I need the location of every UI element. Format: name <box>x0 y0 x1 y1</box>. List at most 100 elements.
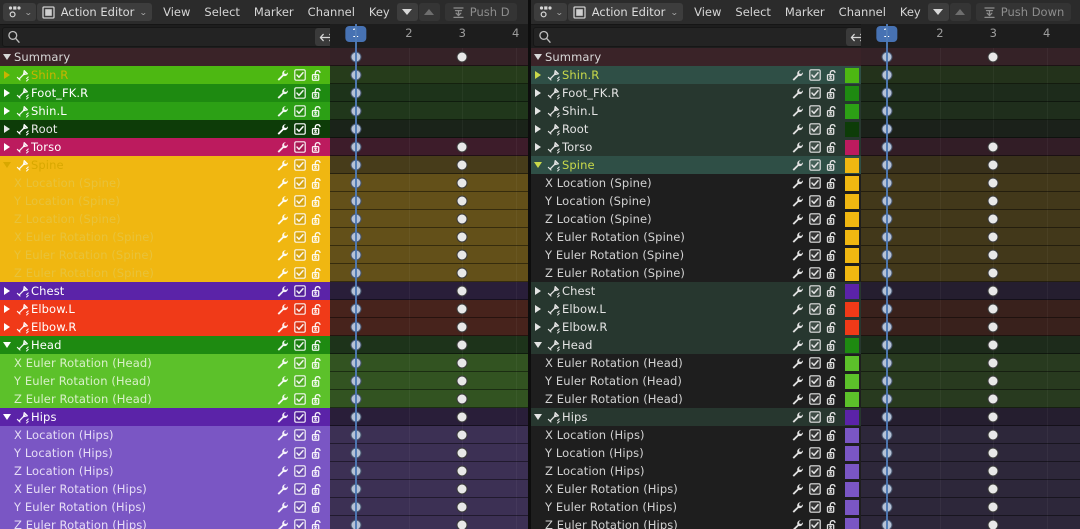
keyframe-track[interactable] <box>330 264 528 282</box>
unlocked-padlock-icon[interactable] <box>826 69 839 82</box>
checkbox-icon[interactable] <box>809 141 821 153</box>
disclosure-triangle-icon[interactable] <box>531 107 545 115</box>
unlocked-padlock-icon[interactable] <box>826 303 839 316</box>
keyframe-dot[interactable] <box>456 429 468 441</box>
channel-name-cell[interactable]: Root <box>531 120 861 138</box>
disclosure-triangle-icon[interactable] <box>531 89 545 97</box>
keyframe-dot[interactable] <box>456 375 468 387</box>
wrench-icon[interactable] <box>791 267 804 280</box>
keyframe-track[interactable] <box>861 210 1080 228</box>
keyframe-track[interactable] <box>861 48 1080 66</box>
keyframe-dot[interactable] <box>456 195 468 207</box>
disclosure-triangle-icon[interactable] <box>0 342 14 348</box>
keyframe-track[interactable] <box>330 120 528 138</box>
keyframe-dot[interactable] <box>456 465 468 477</box>
keyframe-track[interactable] <box>330 174 528 192</box>
disclosure-triangle-icon[interactable] <box>0 89 14 97</box>
channel-name-cell[interactable]: Torso <box>0 138 330 156</box>
keyframe-dot[interactable] <box>456 393 468 405</box>
wrench-icon[interactable] <box>276 69 289 82</box>
channel-name-cell[interactable]: Foot_FK.R <box>531 84 861 102</box>
channel-name-cell[interactable]: Z Euler Rotation (Spine) <box>531 264 861 282</box>
channel-row[interactable]: Z Euler Rotation (Hips) <box>531 516 1080 529</box>
keyframe-dot[interactable] <box>456 231 468 243</box>
keyframe-dot[interactable] <box>987 141 999 153</box>
left-playhead[interactable] <box>354 24 357 529</box>
checkbox-icon[interactable] <box>809 123 821 135</box>
checkbox-icon[interactable] <box>809 285 821 297</box>
channel-name-cell[interactable]: Hips <box>531 408 861 426</box>
keyframe-track[interactable] <box>330 354 528 372</box>
keyframe-track[interactable] <box>330 84 528 102</box>
unlocked-padlock-icon[interactable] <box>311 177 324 190</box>
keyframe-track[interactable] <box>861 192 1080 210</box>
checkbox-icon[interactable] <box>294 123 306 135</box>
keyframe-track[interactable] <box>861 480 1080 498</box>
disclosure-triangle-icon[interactable] <box>531 414 545 420</box>
unlocked-padlock-icon[interactable] <box>826 393 839 406</box>
channel-row[interactable]: Shin.R <box>531 66 1080 84</box>
keyframe-dot[interactable] <box>987 501 999 513</box>
keyframe-track[interactable] <box>861 282 1080 300</box>
keyframe-track[interactable] <box>330 516 528 529</box>
wrench-icon[interactable] <box>791 195 804 208</box>
keyframe-dot[interactable] <box>987 321 999 333</box>
unlocked-padlock-icon[interactable] <box>311 393 324 406</box>
checkbox-icon[interactable] <box>294 213 306 225</box>
channel-row[interactable]: Y Location (Hips) <box>531 444 1080 462</box>
wrench-icon[interactable] <box>276 231 289 244</box>
disclosure-triangle-icon[interactable] <box>531 143 545 151</box>
channel-row[interactable]: Head <box>531 336 1080 354</box>
keyframe-dot[interactable] <box>987 375 999 387</box>
keyframe-dot[interactable] <box>456 483 468 495</box>
disclosure-triangle-icon[interactable] <box>0 54 14 60</box>
keyframe-track[interactable] <box>330 408 528 426</box>
keyframe-track[interactable] <box>330 480 528 498</box>
wrench-icon[interactable] <box>791 321 804 334</box>
checkbox-icon[interactable] <box>809 69 821 81</box>
browse-action-down-button[interactable] <box>396 3 418 21</box>
channel-name-cell[interactable]: Y Euler Rotation (Spine) <box>0 246 330 264</box>
keyframe-track[interactable] <box>861 462 1080 480</box>
disclosure-triangle-icon[interactable] <box>0 162 14 168</box>
unlocked-padlock-icon[interactable] <box>311 339 324 352</box>
wrench-icon[interactable] <box>791 123 804 136</box>
disclosure-triangle-icon[interactable] <box>531 162 545 168</box>
menu-channel[interactable]: Channel <box>832 3 893 21</box>
checkbox-icon[interactable] <box>294 177 306 189</box>
checkbox-icon[interactable] <box>809 411 821 423</box>
wrench-icon[interactable] <box>791 177 804 190</box>
channel-name-cell[interactable]: Z Location (Hips) <box>531 462 861 480</box>
checkbox-icon[interactable] <box>294 87 306 99</box>
keyframe-dot[interactable] <box>987 447 999 459</box>
channel-row[interactable]: Y Euler Rotation (Head) <box>531 372 1080 390</box>
channel-row[interactable]: Z Location (Hips) <box>0 462 528 480</box>
right-playhead[interactable] <box>885 24 888 529</box>
unlocked-padlock-icon[interactable] <box>311 285 324 298</box>
push-down-button[interactable]: Push D <box>444 3 517 21</box>
channel-name-cell[interactable]: Z Location (Spine) <box>531 210 861 228</box>
channel-row-summary[interactable]: Summary <box>531 48 1080 66</box>
wrench-icon[interactable] <box>791 231 804 244</box>
wrench-icon[interactable] <box>276 87 289 100</box>
channel-row[interactable]: Shin.L <box>531 102 1080 120</box>
wrench-icon[interactable] <box>276 105 289 118</box>
unlocked-padlock-icon[interactable] <box>826 87 839 100</box>
unlocked-padlock-icon[interactable] <box>311 105 324 118</box>
wrench-icon[interactable] <box>276 429 289 442</box>
channel-name-cell[interactable]: Z Location (Spine) <box>0 210 330 228</box>
keyframe-dot[interactable] <box>987 195 999 207</box>
wrench-icon[interactable] <box>276 195 289 208</box>
channel-row[interactable]: Spine <box>0 156 528 174</box>
checkbox-icon[interactable] <box>809 87 821 99</box>
wrench-icon[interactable] <box>276 483 289 496</box>
channel-name-cell[interactable]: X Euler Rotation (Head) <box>0 354 330 372</box>
channel-row[interactable]: Root <box>531 120 1080 138</box>
unlocked-padlock-icon[interactable] <box>311 213 324 226</box>
keyframe-track[interactable] <box>330 210 528 228</box>
checkbox-icon[interactable] <box>294 501 306 513</box>
unlocked-padlock-icon[interactable] <box>826 267 839 280</box>
keyframe-track[interactable] <box>861 174 1080 192</box>
channel-name-cell[interactable]: Summary <box>0 48 330 66</box>
disclosure-triangle-icon[interactable] <box>0 107 14 115</box>
